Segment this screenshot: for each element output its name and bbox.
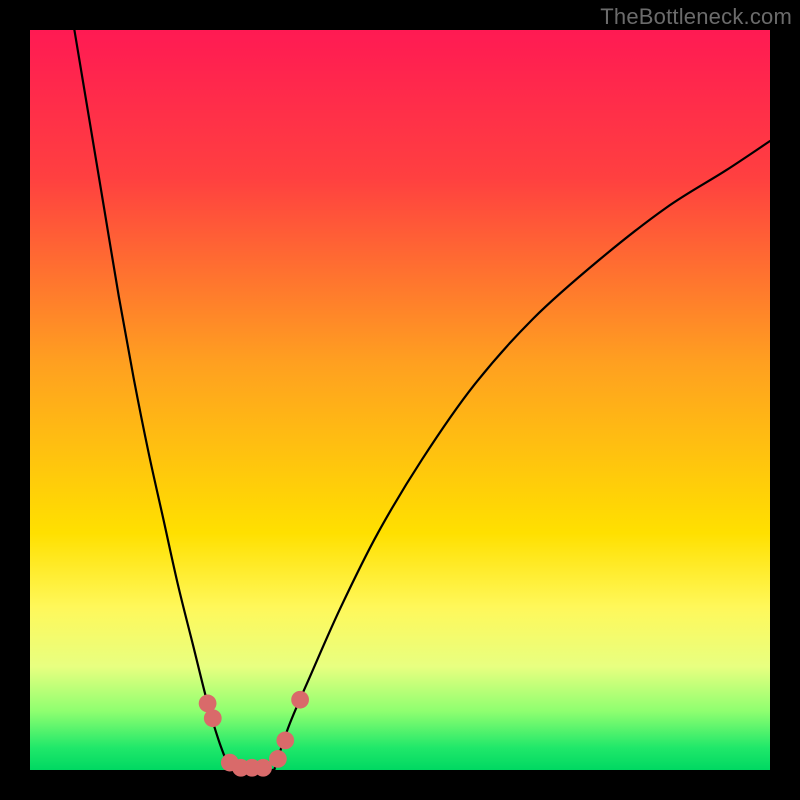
- watermark-text: TheBottleneck.com: [600, 4, 792, 30]
- marker-dot: [276, 732, 294, 750]
- series-right-curve: [274, 141, 770, 770]
- marker-dot: [254, 759, 272, 777]
- curves-layer: [30, 30, 770, 770]
- series-left-curve: [74, 30, 229, 770]
- marker-dot: [269, 750, 287, 768]
- marker-dot: [204, 709, 222, 727]
- marker-dot: [291, 691, 309, 709]
